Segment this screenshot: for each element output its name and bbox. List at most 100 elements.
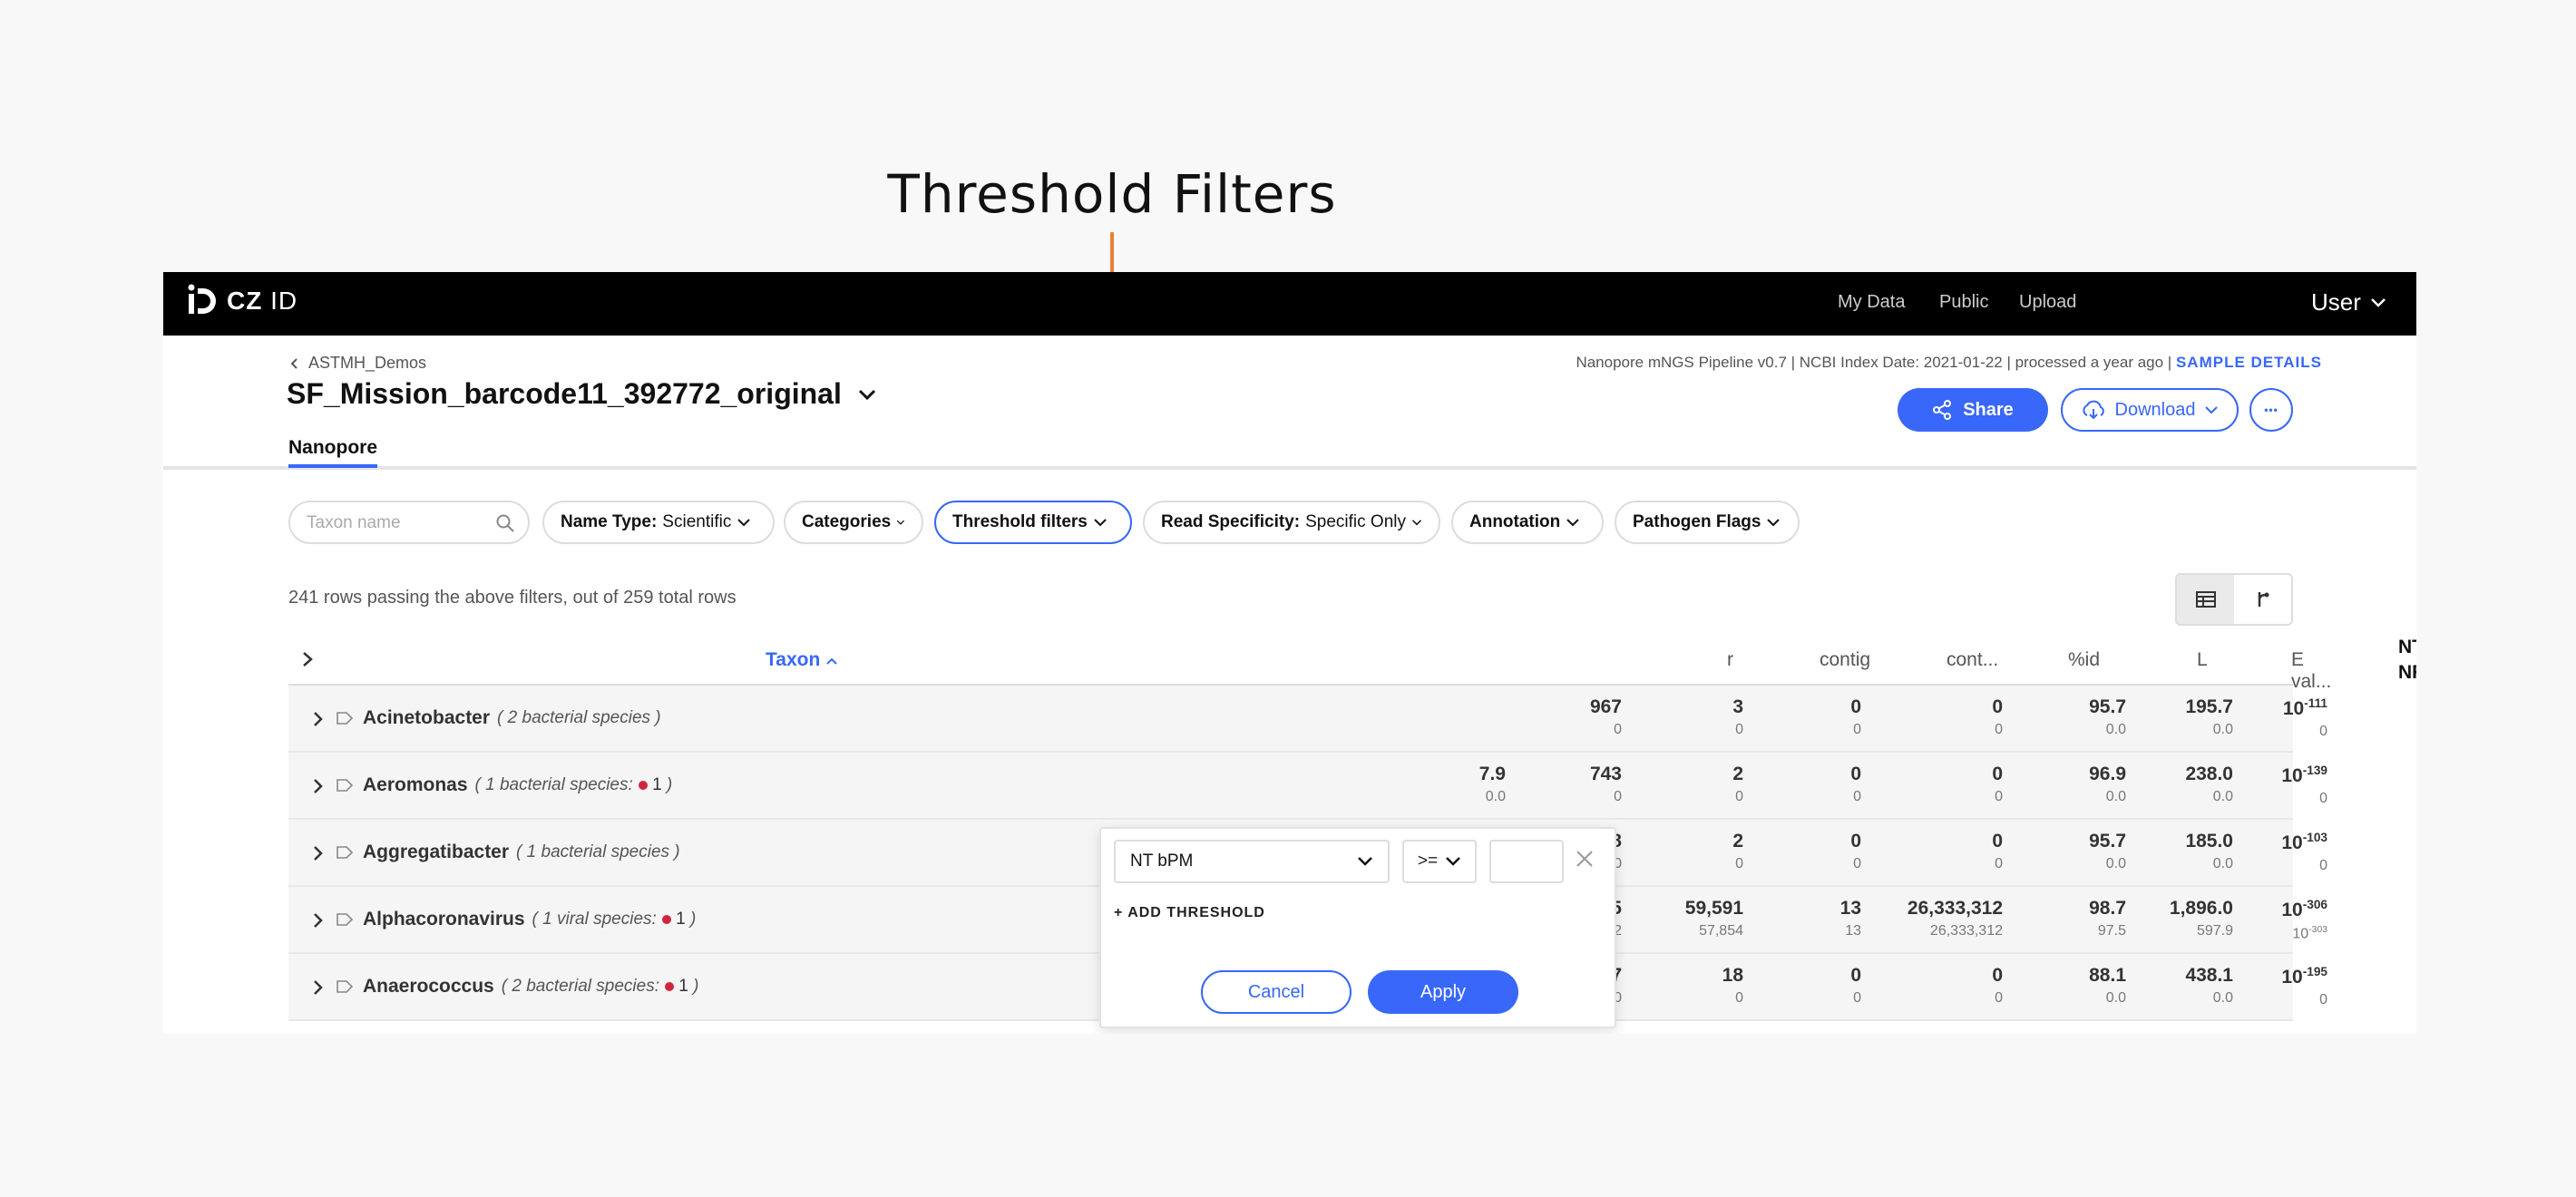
expand-row-icon[interactable] bbox=[312, 912, 323, 929]
column-header-e-value[interactable]: E val... bbox=[2291, 649, 2331, 693]
metric-cell: 96.9 0.0 bbox=[2089, 764, 2126, 804]
top-navbar: CZ ID My Data Public Upload User bbox=[163, 272, 2416, 336]
view-toggle bbox=[2175, 573, 2293, 626]
metric-cell: 743 0 bbox=[1589, 764, 1622, 804]
expand-row-icon[interactable] bbox=[312, 711, 323, 727]
metric-cell: 88.1 0.0 bbox=[2089, 965, 2126, 1006]
taxon-name[interactable]: Alphacoronavirus ( 1 viral species: 1 ) bbox=[363, 909, 696, 930]
expand-row-icon[interactable] bbox=[312, 778, 323, 794]
share-icon bbox=[1933, 400, 1952, 420]
metric-cell: 00 bbox=[1992, 696, 2003, 737]
column-header-contig[interactable]: contig bbox=[1820, 649, 1870, 671]
genus-name: Aggregatibacter bbox=[363, 842, 510, 862]
column-header-alignment-length[interactable]: L bbox=[2197, 649, 2208, 671]
pathogen-flags-filter[interactable]: Pathogen Flags bbox=[1615, 501, 1800, 544]
metric-cell: 95.7 0.0 bbox=[2089, 831, 2126, 871]
metric-cell: 00 bbox=[1850, 696, 1861, 737]
annotation-tag-icon[interactable] bbox=[336, 845, 354, 860]
nav-public[interactable]: Public bbox=[1939, 292, 1988, 313]
metric-cell: 26,333,312 26,333,312 bbox=[1907, 898, 2003, 939]
expand-all-icon[interactable] bbox=[301, 651, 314, 667]
user-label: User bbox=[2311, 288, 2361, 316]
annotation-tag-icon[interactable] bbox=[336, 711, 354, 725]
chevron-down-icon bbox=[858, 389, 875, 400]
add-threshold-link[interactable]: + ADD THRESHOLD bbox=[1114, 905, 1265, 921]
taxon-name[interactable]: Aggregatibacter ( 1 bacterial species ) bbox=[363, 842, 680, 863]
genus-name: Acinetobacter bbox=[363, 707, 491, 728]
more-actions-button[interactable]: ••• bbox=[2249, 388, 2293, 432]
metric-cell: 18 0 bbox=[1722, 965, 1743, 1006]
read-specificity-filter[interactable]: Read Specificity: Specific Only bbox=[1143, 501, 1440, 544]
pipeline-metadata: Nanopore mNGS Pipeline v0.7 | NCBI Index… bbox=[1576, 354, 2322, 372]
cancel-button[interactable]: Cancel bbox=[1201, 970, 1351, 1014]
sample-title[interactable]: SF_Mission_barcode11_392772_original bbox=[287, 377, 876, 411]
name-type-filter[interactable]: Name Type: Scientific bbox=[542, 501, 775, 544]
threshold-value-field[interactable] bbox=[1489, 840, 1564, 883]
metric-cell: 967 0 bbox=[1589, 696, 1622, 737]
download-label: Download bbox=[2114, 399, 2196, 420]
categories-filter[interactable]: Categories bbox=[784, 501, 923, 544]
row-count-text: 241 rows passing the above filters, out … bbox=[288, 588, 737, 608]
taxon-name[interactable]: Anaerococcus ( 2 bacterial species: 1 ) bbox=[363, 976, 698, 998]
sample-details-link[interactable]: SAMPLE DETAILS bbox=[2176, 354, 2322, 371]
chevron-down-icon bbox=[1094, 519, 1107, 527]
annotation-filter[interactable]: Annotation bbox=[1451, 501, 1604, 544]
column-header-taxon[interactable]: Taxon bbox=[766, 649, 838, 671]
chevron-down-icon bbox=[1767, 519, 1781, 527]
nav-my-data[interactable]: My Data bbox=[1838, 292, 1905, 313]
chevron-down-icon bbox=[1358, 857, 1372, 866]
column-header-contig-reads[interactable]: cont... bbox=[1947, 649, 1998, 671]
table-view-button[interactable] bbox=[2177, 575, 2234, 624]
remove-threshold-icon[interactable] bbox=[1575, 849, 1595, 869]
tab-nanopore[interactable]: Nanopore bbox=[288, 437, 378, 468]
metric-cell: 20 bbox=[1732, 764, 1743, 804]
column-header-percent-id[interactable]: %id bbox=[2068, 649, 2100, 671]
app-window: CZ ID My Data Public Upload User ASTMH_D… bbox=[163, 272, 2416, 1034]
taxon-name[interactable]: Acinetobacter ( 2 bacterial species ) bbox=[363, 707, 661, 729]
e-value-cell: 10-195 0 bbox=[2281, 965, 2327, 1007]
threshold-value-input[interactable] bbox=[1491, 842, 1562, 881]
taxon-search-input[interactable] bbox=[307, 511, 488, 535]
share-button[interactable]: Share bbox=[1898, 388, 2048, 432]
categories-label: Categories bbox=[802, 512, 892, 531]
column-header-nt-nr[interactable]: NTNR bbox=[2398, 635, 2416, 686]
table-header: Taxon r contig cont... %id L E val... NT… bbox=[288, 635, 2416, 692]
table-icon bbox=[2195, 591, 2216, 608]
threshold-operator-select[interactable]: >= bbox=[1402, 840, 1477, 883]
taxon-search[interactable] bbox=[288, 501, 530, 544]
genus-name: Aeromonas bbox=[363, 774, 468, 795]
taxon-name[interactable]: Aeromonas ( 1 bacterial species: 1 ) bbox=[363, 774, 672, 796]
threshold-metric-value: NT bPM bbox=[1130, 852, 1194, 871]
name-type-label: Name Type: bbox=[561, 512, 658, 531]
expand-row-icon[interactable] bbox=[312, 979, 323, 996]
species-summary: ( 2 bacterial species: 1 ) bbox=[501, 977, 699, 996]
table-row[interactable]: Aeromonas ( 1 bacterial species: 1 ) 7.9 0.… bbox=[288, 753, 2327, 820]
annotation-tag-icon[interactable] bbox=[336, 778, 354, 793]
chevron-left-icon bbox=[290, 357, 298, 369]
threshold-metric-select[interactable]: NT bPM bbox=[1114, 840, 1390, 883]
species-summary: ( 1 viral species: 1 ) bbox=[532, 910, 697, 929]
chevron-down-icon bbox=[1446, 857, 1460, 866]
e-value-cell: 10-139 0 bbox=[2281, 764, 2327, 806]
apply-button[interactable]: Apply bbox=[1368, 970, 1518, 1014]
tree-view-button[interactable] bbox=[2234, 575, 2291, 624]
annotation-tag-icon[interactable] bbox=[336, 912, 354, 927]
threshold-filter-dropdown: NT bPM >= + ADD THRESHOLD Cancel Apply bbox=[1099, 827, 1616, 1028]
breadcrumb[interactable]: ASTMH_Demos bbox=[290, 354, 426, 373]
expand-row-icon[interactable] bbox=[312, 845, 323, 861]
annotation-tag-icon[interactable] bbox=[336, 979, 354, 994]
metric-cell: 7.9 0.0 bbox=[1478, 764, 1506, 804]
table-row[interactable]: Acinetobacter ( 2 bacterial species ) 967 0… bbox=[288, 686, 2327, 753]
name-type-value: Scientific bbox=[662, 512, 732, 531]
download-button[interactable]: Download bbox=[2061, 388, 2239, 432]
nav-upload[interactable]: Upload bbox=[2019, 292, 2076, 313]
column-header-r[interactable]: r bbox=[1727, 649, 1733, 671]
threshold-filter[interactable]: Threshold filters bbox=[934, 501, 1132, 544]
czid-logo[interactable]: CZ ID bbox=[187, 283, 298, 319]
threshold-operator-value: >= bbox=[1417, 852, 1439, 871]
e-value-cell: 10-103 0 bbox=[2281, 831, 2327, 873]
species-summary: ( 1 bacterial species ) bbox=[516, 842, 680, 861]
genus-name: Alphacoronavirus bbox=[363, 909, 525, 929]
pathogen-flags-label: Pathogen Flags bbox=[1633, 512, 1761, 531]
user-menu[interactable]: User bbox=[2311, 288, 2386, 316]
